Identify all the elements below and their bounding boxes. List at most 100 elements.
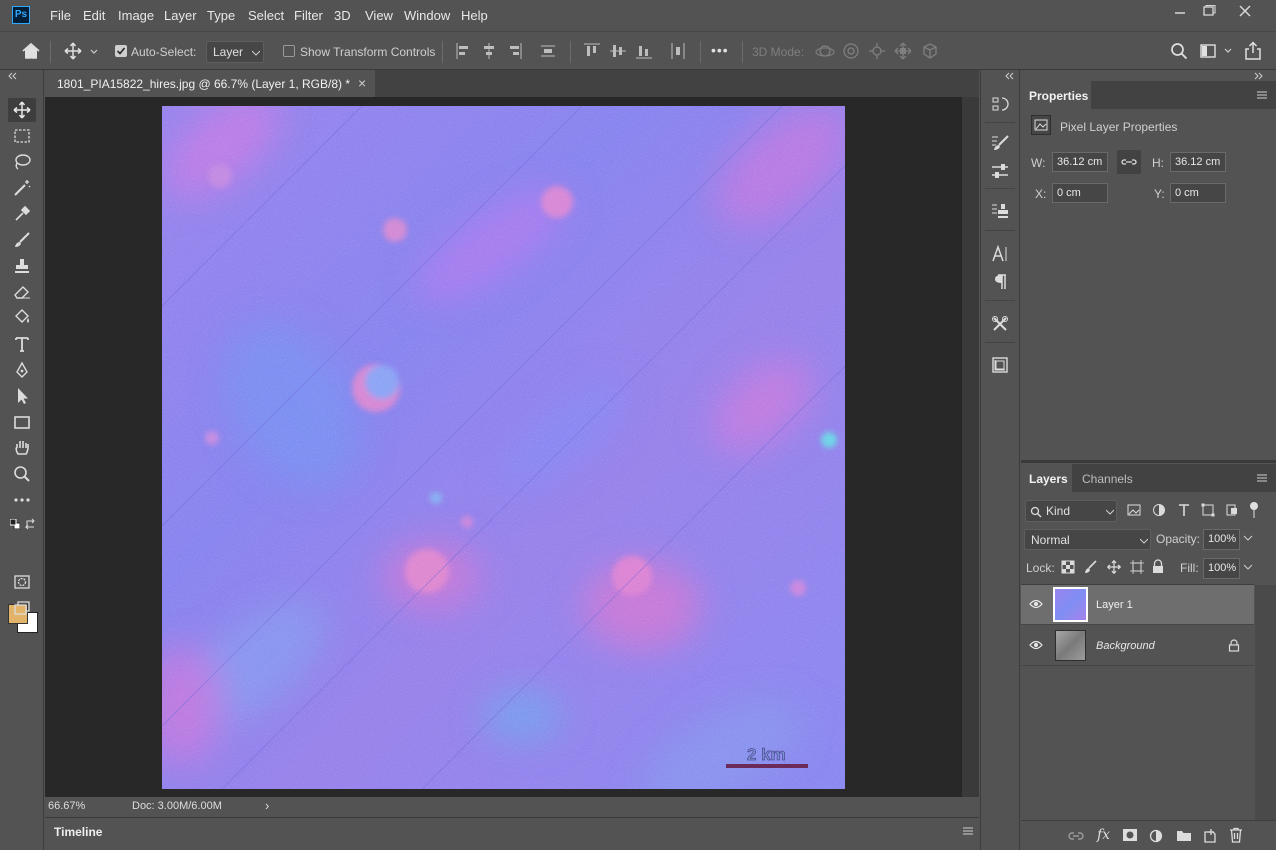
- layers-menu-icon[interactable]: [1256, 473, 1268, 483]
- menu-help[interactable]: Help: [461, 8, 488, 23]
- edit-toolbar-tool[interactable]: [8, 488, 36, 512]
- align-right-icon[interactable]: [507, 42, 523, 60]
- menu-type[interactable]: Type: [207, 8, 235, 23]
- expand-panels-icon[interactable]: [1005, 72, 1015, 80]
- screen-mode-tool[interactable]: [8, 596, 36, 620]
- marquee-tool[interactable]: [8, 124, 36, 148]
- brush-settings-icon[interactable]: [989, 132, 1011, 154]
- clone-source-icon[interactable]: [989, 200, 1011, 222]
- history-panel-icon[interactable]: [989, 94, 1011, 116]
- add-mask-icon[interactable]: [1122, 828, 1138, 842]
- align-horizontal-center-icon[interactable]: [481, 42, 497, 60]
- show-transform-checkbox[interactable]: [283, 45, 295, 57]
- rectangle-tool[interactable]: [8, 410, 36, 434]
- tool-presets-icon[interactable]: [989, 313, 1011, 335]
- menu-3d[interactable]: 3D: [334, 8, 351, 23]
- character-panel-icon[interactable]: [989, 243, 1011, 265]
- filter-adjustment-icon[interactable]: [1152, 503, 1166, 517]
- x-field[interactable]: 0 cm: [1052, 183, 1108, 203]
- align-left-icon[interactable]: [455, 42, 471, 60]
- distribute-vertical-icon[interactable]: [540, 42, 556, 60]
- align-top-icon[interactable]: [583, 42, 601, 60]
- layer-filter-dropdown[interactable]: Kind: [1025, 500, 1117, 522]
- eraser-tool[interactable]: [8, 280, 36, 304]
- link-dimensions-icon[interactable]: [1117, 150, 1141, 174]
- zoom-level[interactable]: 66.67%: [48, 800, 85, 812]
- minimize-button[interactable]: [1165, 4, 1195, 20]
- move-tool-preset-icon[interactable]: [63, 41, 99, 61]
- timeline-tab[interactable]: Timeline: [54, 825, 102, 839]
- layers-scrollbar[interactable]: [1255, 585, 1276, 820]
- new-layer-icon[interactable]: [1203, 828, 1217, 844]
- align-vertical-center-icon[interactable]: [609, 42, 627, 60]
- clone-stamp-tool[interactable]: [8, 254, 36, 278]
- lock-position-icon[interactable]: [1107, 560, 1121, 574]
- opacity-field[interactable]: 100%: [1203, 529, 1240, 550]
- search-icon[interactable]: [1170, 42, 1188, 60]
- vertical-scrollbar[interactable]: [962, 97, 979, 797]
- home-icon[interactable]: [21, 41, 41, 61]
- quick-mask-tool[interactable]: [8, 570, 36, 594]
- filter-shape-icon[interactable]: [1201, 503, 1215, 517]
- adjustments-icon[interactable]: [989, 160, 1011, 182]
- document-tab[interactable]: 1801_PIA15822_hires.jpg @ 66.7% (Layer 1…: [45, 70, 375, 97]
- filter-type-icon[interactable]: [1177, 503, 1191, 517]
- timeline-menu-icon[interactable]: [962, 826, 974, 836]
- menu-image[interactable]: Image: [118, 8, 154, 23]
- libraries-panel-icon[interactable]: [989, 354, 1011, 376]
- eyedropper-tool[interactable]: [8, 202, 36, 226]
- auto-select-target-dropdown[interactable]: Layer: [206, 41, 264, 63]
- blend-mode-dropdown[interactable]: Normal: [1024, 529, 1151, 550]
- width-field[interactable]: 36.12 cm: [1052, 152, 1108, 172]
- new-group-icon[interactable]: [1176, 829, 1192, 842]
- brush-tool[interactable]: [8, 228, 36, 252]
- menu-window[interactable]: Window: [404, 8, 450, 23]
- pen-tool[interactable]: [8, 358, 36, 382]
- lock-transparent-pixels-icon[interactable]: [1061, 560, 1075, 574]
- fx-icon[interactable]: fx: [1097, 827, 1110, 843]
- magic-wand-tool[interactable]: [8, 176, 36, 200]
- tab-layers[interactable]: Layers: [1021, 464, 1072, 492]
- filter-toggle-icon[interactable]: [1249, 501, 1259, 519]
- lock-all-icon[interactable]: [1151, 559, 1165, 574]
- swap-colors-icon[interactable]: [25, 518, 37, 530]
- distribute-horizontal-icon[interactable]: [669, 42, 687, 60]
- align-bottom-icon[interactable]: [635, 42, 653, 60]
- zoom-tool[interactable]: [8, 462, 36, 486]
- menu-filter[interactable]: Filter: [294, 8, 323, 23]
- close-window-button[interactable]: [1231, 4, 1261, 20]
- lasso-tool[interactable]: [8, 150, 36, 174]
- filter-pixel-icon[interactable]: [1127, 503, 1141, 517]
- menu-layer[interactable]: Layer: [164, 8, 197, 23]
- y-field[interactable]: 0 cm: [1170, 183, 1226, 203]
- lock-image-pixels-icon[interactable]: [1084, 560, 1098, 574]
- paragraph-panel-icon[interactable]: [989, 271, 1011, 293]
- hand-tool[interactable]: [8, 436, 36, 460]
- height-field[interactable]: 36.12 cm: [1170, 152, 1226, 172]
- workspace-icon[interactable]: [1199, 43, 1235, 59]
- layer-row[interactable]: Background: [1021, 626, 1254, 666]
- tab-properties[interactable]: Properties: [1021, 81, 1091, 109]
- collapse-right-panels-icon[interactable]: [1254, 72, 1264, 80]
- new-adjustment-layer-icon[interactable]: [1149, 828, 1165, 844]
- menu-file[interactable]: File: [50, 8, 71, 23]
- menu-select[interactable]: Select: [248, 8, 284, 23]
- opacity-chevron-icon[interactable]: [1243, 535, 1253, 543]
- delete-layer-icon[interactable]: [1229, 827, 1243, 843]
- type-tool[interactable]: [8, 332, 36, 356]
- share-icon[interactable]: [1244, 41, 1262, 61]
- default-colors-icon[interactable]: [10, 519, 20, 529]
- lock-artboard-icon[interactable]: [1130, 560, 1144, 574]
- filter-smart-object-icon[interactable]: [1225, 503, 1239, 517]
- auto-select-checkbox[interactable]: [115, 45, 127, 57]
- paint-bucket-tool[interactable]: [8, 306, 36, 330]
- status-menu-arrow-icon[interactable]: ›: [265, 798, 269, 813]
- menu-view[interactable]: View: [365, 8, 393, 23]
- link-layers-icon[interactable]: [1068, 829, 1084, 843]
- more-options-icon[interactable]: •••: [711, 42, 729, 58]
- fill-field[interactable]: 100%: [1203, 558, 1240, 579]
- layer-row[interactable]: Layer 1: [1021, 585, 1254, 625]
- menu-edit[interactable]: Edit: [83, 8, 105, 23]
- tab-channels[interactable]: Channels: [1074, 464, 1144, 492]
- fill-chevron-icon[interactable]: [1243, 564, 1253, 572]
